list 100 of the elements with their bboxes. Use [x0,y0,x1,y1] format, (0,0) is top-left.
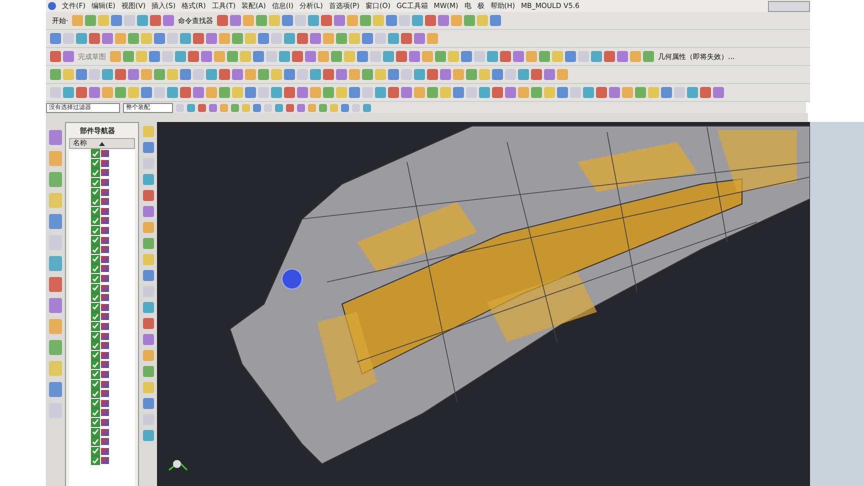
checkbox[interactable] [91,236,100,245]
toolbar-icon[interactable] [230,15,242,26]
checkbox[interactable] [91,226,100,236]
checkbox[interactable] [91,284,100,293]
toolbar-icon[interactable] [323,69,334,80]
toolbar-icon[interactable] [154,69,165,80]
checkbox[interactable] [91,341,100,350]
toolbar-icon[interactable] [409,51,420,62]
toolbar-icon[interactable] [232,33,243,44]
resource-tab-icon[interactable] [49,361,62,376]
toolbar-icon[interactable] [76,87,87,98]
toolbar-icon[interactable] [336,69,347,80]
resource-tab-icon[interactable] [49,256,62,271]
checkbox[interactable] [91,389,100,398]
toolbar-icon[interactable] [142,174,154,185]
toolbar-icon[interactable] [142,142,154,153]
checkbox[interactable] [91,206,100,216]
toolbar-icon[interactable] [111,15,122,26]
resource-tab-icon[interactable] [49,382,62,397]
toolbar-icon[interactable] [557,69,568,80]
toolbar-icon[interactable] [401,87,412,98]
toolbar-icon[interactable] [492,87,503,98]
toolbar-icon[interactable] [310,69,321,80]
toolbar-icon[interactable] [50,33,61,44]
toolbar-icon[interactable] [427,33,438,44]
toolbar-icon[interactable] [425,15,436,26]
toolbar-icon[interactable] [180,87,191,98]
toolbar-icon[interactable] [609,87,620,98]
toolbar-icon[interactable] [206,33,217,44]
toolbar-icon[interactable] [531,87,542,98]
toolbar-icon[interactable] [76,69,87,80]
toolbar-icon[interactable] [334,15,346,26]
toolbar-icon[interactable] [713,87,724,98]
toolbar-icon[interactable] [141,69,152,80]
toolbar-icon[interactable] [461,51,472,62]
toolbar-icon[interactable] [297,87,308,98]
toolbar-icon[interactable] [123,51,134,62]
toolbar-icon[interactable] [128,87,139,98]
toolbar-icon[interactable] [167,69,178,80]
checkbox[interactable] [91,398,100,408]
toolbar-icon[interactable] [435,51,446,62]
toolbar-icon[interactable] [180,33,191,44]
toolbar-icon[interactable] [412,15,424,26]
toolbar-icon[interactable] [323,33,334,44]
toolbar-icon[interactable] [89,33,100,44]
toolbar-icon[interactable] [150,15,162,26]
toolbar-icon[interactable] [375,69,386,80]
checkbox[interactable] [91,408,100,418]
toolbar-icon[interactable] [362,69,373,80]
checkbox[interactable] [91,312,100,322]
toolbar-icon[interactable] [622,87,633,98]
toolbar-icon[interactable] [518,69,529,80]
toolbar-icon[interactable] [630,51,641,62]
toolbar-icon[interactable] [124,15,136,26]
toolbar-icon[interactable] [518,87,529,98]
toolbar-icon[interactable] [321,15,332,26]
toolbar-icon[interactable] [349,33,360,44]
resource-tab-icon[interactable] [49,172,62,187]
toolbar-icon[interactable] [110,51,121,62]
toolbar-icon[interactable] [154,33,165,44]
toolbar-icon[interactable] [142,270,154,281]
toolbar-icon[interactable] [201,51,212,62]
toolbar-icon[interactable] [490,15,502,26]
toolbar-icon[interactable] [344,51,355,62]
toolbar-icon[interactable] [643,51,654,62]
toolbar-icon[interactable] [451,15,462,26]
toolbar-icon[interactable] [427,69,438,80]
toolbar-icon[interactable] [227,51,238,62]
toolbar-icon[interactable] [388,87,399,98]
toolbar-icon[interactable] [539,51,550,62]
toolbar-icon[interactable] [383,51,394,62]
toolbar-icon[interactable] [687,87,698,98]
toolbar-icon[interactable] [557,87,568,98]
toolbar-icon[interactable] [399,15,410,26]
toolbar-icon[interactable] [206,87,217,98]
checkbox[interactable] [91,168,100,178]
toolbar-icon[interactable] [295,15,306,26]
checkbox[interactable] [91,274,100,284]
toolbar-icon[interactable] [149,51,160,62]
toolbar-icon[interactable] [513,51,524,62]
toolbar-icon[interactable] [310,87,321,98]
toolbar-icon[interactable] [141,87,152,98]
toolbar-icon[interactable] [479,69,490,80]
toolbar-icon[interactable] [128,69,139,80]
checkbox[interactable] [91,350,100,360]
toolbar-icon[interactable] [245,69,256,80]
toolbar-icon[interactable] [427,87,438,98]
toolbar-icon[interactable] [453,87,464,98]
toolbar-icon[interactable] [253,51,264,62]
toolbar-icon[interactable] [245,87,256,98]
checkbox[interactable] [91,149,100,158]
toolbar-icon[interactable] [336,87,347,98]
checkbox[interactable] [91,293,100,302]
toolbar-icon[interactable] [648,87,659,98]
toolbar-icon[interactable] [305,51,316,62]
toolbar-icon[interactable] [142,126,154,137]
checkbox[interactable] [91,428,100,437]
toolbar-icon[interactable] [440,69,451,80]
toolbar-icon[interactable] [396,51,407,62]
toolbar-icon[interactable] [98,15,110,26]
